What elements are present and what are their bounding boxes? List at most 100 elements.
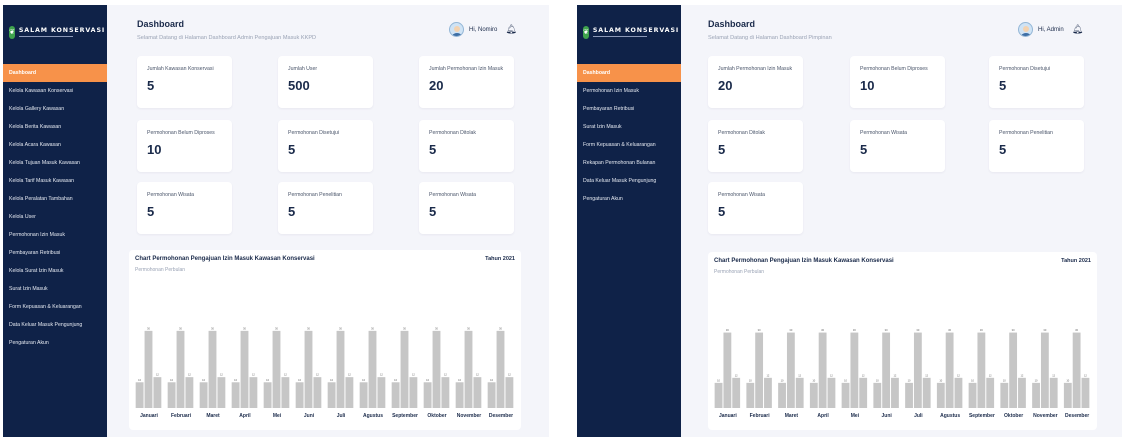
sidebar-item-form-kepuasan-and-keluarangan[interactable]: Form Kepuasan & Keluarangan	[3, 298, 107, 316]
chart-bar[interactable]	[249, 377, 258, 408]
chart-bar[interactable]	[945, 332, 954, 408]
chart-bar[interactable]	[505, 377, 514, 408]
bell-icon[interactable]: 🔔︎	[1072, 25, 1083, 34]
chart-bar[interactable]	[905, 382, 913, 408]
sidebar-item-kelola-berita-kawasan[interactable]: Kelola Berita Kawasan	[3, 118, 107, 136]
stat-card[interactable]: Permohonan Belum Diproses 10	[137, 120, 232, 172]
sidebar-item-dashboard[interactable]: Dashboard	[577, 64, 681, 82]
chart-bar[interactable]	[423, 382, 432, 408]
chart-bar[interactable]	[1040, 332, 1049, 408]
chart-bar[interactable]	[859, 377, 868, 408]
stat-card[interactable]: Permohonan Belum Diproses 10	[850, 56, 945, 108]
chart-bar[interactable]	[873, 382, 882, 408]
chart-bar[interactable]	[746, 382, 755, 408]
chart-bar[interactable]	[850, 332, 859, 408]
chart-bar[interactable]	[891, 377, 899, 408]
chart-bar[interactable]	[755, 332, 764, 408]
chart-bar[interactable]	[1081, 377, 1090, 408]
chart-bar[interactable]	[409, 377, 418, 408]
sidebar-item-permohonan-izin-masuk[interactable]: Permohonan Izin Masuk	[3, 226, 107, 244]
chart-bar[interactable]	[263, 382, 272, 408]
chart-bar[interactable]	[968, 382, 977, 408]
stat-card[interactable]: Jumlah Permohonan Izin Masuk 20	[419, 56, 514, 108]
stat-card[interactable]: Permohonan Penelitian 5	[989, 120, 1084, 172]
sidebar-item-kelola-tujuan-masuk-kawasan[interactable]: Kelola Tujuan Masuk Kawasan	[3, 154, 107, 172]
chart-bar[interactable]	[153, 377, 162, 408]
chart-bar[interactable]	[295, 382, 304, 408]
sidebar-item-pembayaran-retribusi[interactable]: Pembayaran Retribusi	[3, 244, 107, 262]
chart-bar[interactable]	[135, 382, 144, 408]
sidebar-item-surat-izin-masuk[interactable]: Surat Izin Masuk	[577, 118, 681, 136]
chart-bar[interactable]	[818, 332, 827, 408]
stat-card[interactable]: Permohonan Penelitian 5	[278, 182, 373, 234]
sidebar-item-pembayaran-retribusi[interactable]: Pembayaran Retribusi	[577, 100, 681, 118]
chart-bar[interactable]	[199, 382, 208, 408]
chart-bar[interactable]	[496, 330, 505, 408]
chart-bar[interactable]	[723, 332, 732, 408]
chart-bar[interactable]	[882, 332, 891, 408]
chart-bar[interactable]	[1049, 377, 1058, 408]
chart-bar[interactable]	[368, 330, 377, 408]
chart-bar[interactable]	[809, 382, 818, 408]
chart-bar[interactable]	[764, 377, 772, 408]
sidebar-item-kelola-user[interactable]: Kelola User	[3, 208, 107, 226]
chart-bar[interactable]	[1063, 382, 1072, 408]
chart-bar[interactable]	[986, 377, 995, 408]
chart-bar[interactable]	[281, 377, 290, 408]
stat-card[interactable]: Jumlah Permohonan Izin Masuk 20	[708, 56, 803, 108]
chart-bar[interactable]	[954, 377, 963, 408]
sidebar-item-kelola-gallery-kawasan[interactable]: Kelola Gallery Kawasan	[3, 100, 107, 118]
chart-bar[interactable]	[167, 382, 176, 408]
chart-bar[interactable]	[827, 377, 836, 408]
chart-bar[interactable]	[313, 377, 322, 408]
chart-bar[interactable]	[487, 382, 496, 408]
chart-bar[interactable]	[913, 332, 922, 408]
stat-card[interactable]: Permohonan Wisata 5	[850, 120, 945, 172]
sidebar-item-surat-izin-masuk[interactable]: Surat Izin Masuk	[3, 280, 107, 298]
chart-bar[interactable]	[455, 382, 464, 408]
chart-bar[interactable]	[272, 330, 281, 408]
chart-bar[interactable]	[778, 382, 786, 408]
chart-bar[interactable]	[208, 330, 217, 408]
bell-icon[interactable]: 🔔︎	[505, 25, 516, 34]
chart-bar[interactable]	[841, 382, 850, 408]
chart-bar[interactable]	[977, 332, 986, 408]
chart-bar[interactable]	[345, 377, 354, 408]
chart-bar[interactable]	[432, 330, 441, 408]
user-menu[interactable]: Hi, Admin 🔔︎	[1018, 22, 1083, 37]
stat-card[interactable]: Permohonan Disetujui 5	[278, 120, 373, 172]
sidebar-item-kelola-tarif-masuk-kawasan[interactable]: Kelola Tarif Masuk Kawasan	[3, 172, 107, 190]
sidebar-item-pengaturan-akun[interactable]: Pengaturan Akun	[3, 334, 107, 352]
user-menu[interactable]: Hi, Nomiro 🔔︎	[449, 22, 517, 37]
chart-bar[interactable]	[473, 377, 482, 408]
avatar[interactable]	[1018, 22, 1033, 37]
stat-card[interactable]: Permohonan Ditolak 5	[708, 120, 803, 172]
stat-card[interactable]: Permohonan Wisata 5	[137, 182, 232, 234]
chart-bar[interactable]	[217, 377, 226, 408]
sidebar-item-data-keluar-masuk-pengunjung[interactable]: Data Keluar Masuk Pengunjung	[3, 316, 107, 334]
brand-logo[interactable]: ❦ SALAM KONSERVASI	[583, 23, 679, 41]
sidebar-item-rekapan-permohonan-bulanan[interactable]: Rekapan Permohonan Bulanan	[577, 154, 681, 172]
sidebar-item-pengaturan-akun[interactable]: Pengaturan Akun	[577, 190, 681, 208]
stat-card[interactable]: Permohonan Wisata 5	[708, 182, 803, 234]
stat-card[interactable]: Permohonan Disetujui 5	[989, 56, 1084, 108]
chart-bar[interactable]	[922, 377, 931, 408]
chart-bar[interactable]	[795, 377, 804, 408]
stat-card[interactable]: Permohonan Wisata 5	[419, 182, 514, 234]
chart-bar[interactable]	[732, 377, 741, 408]
chart-bar[interactable]	[786, 332, 795, 408]
brand-logo[interactable]: ❦ SALAM KONSERVASI	[9, 23, 105, 41]
chart-bar[interactable]	[1032, 382, 1040, 408]
avatar[interactable]	[449, 22, 464, 37]
chart-bar[interactable]	[185, 377, 194, 408]
sidebar-item-kelola-kawasan-konservasi[interactable]: Kelola Kawasan Konservasi	[3, 82, 107, 100]
chart-bar[interactable]	[441, 377, 450, 408]
chart-bar[interactable]	[359, 382, 368, 408]
chart-bar[interactable]	[1009, 332, 1018, 408]
sidebar-item-kelola-peralatan-tambahan[interactable]: Kelola Peralatan Tambahan	[3, 190, 107, 208]
chart-bar[interactable]	[464, 330, 473, 408]
chart-bar[interactable]	[327, 382, 336, 408]
sidebar-item-kelola-acara-kawasan[interactable]: Kelola Acara Kawasan	[3, 136, 107, 154]
chart-bar[interactable]	[1072, 332, 1081, 408]
chart-bar[interactable]	[714, 382, 723, 408]
